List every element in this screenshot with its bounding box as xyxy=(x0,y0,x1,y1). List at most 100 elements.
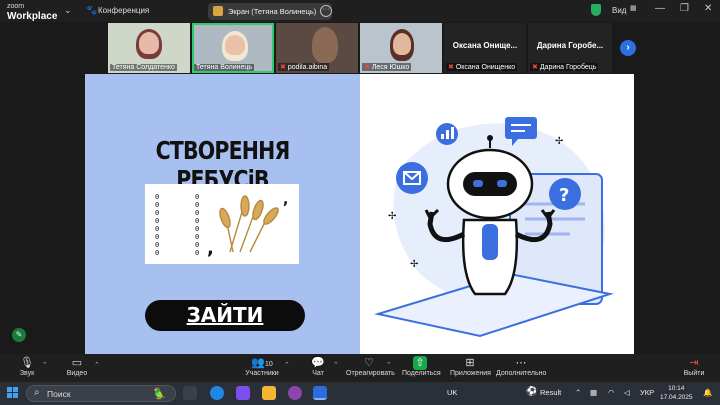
close-icon[interactable]: ✕ xyxy=(704,3,712,14)
restore-icon[interactable]: ❐ xyxy=(680,3,689,14)
zoom-top-bar: zoom Workplace ⌄ 🐾 Конференция Экран (Те… xyxy=(0,0,720,22)
taskbar-clock[interactable]: 10:14 17.04.2025 xyxy=(660,384,693,402)
participants-label: Участники xyxy=(245,370,279,377)
participant-tile[interactable]: ✖ Леся Юшко xyxy=(360,23,442,73)
more-options-icon[interactable]: ··· xyxy=(320,5,332,17)
participant-name: ✖ Оксана Онищенко xyxy=(446,63,518,71)
search-highlight-icon: 🦜 xyxy=(153,388,167,400)
conference-icon: 🐾 xyxy=(86,5,98,15)
participant-name-text: Леся Юшко xyxy=(371,64,410,71)
volume-icon[interactable]: ◁ xyxy=(624,388,630,397)
slide-left-panel: СТВОРЕННЯ РЕБУСіВ 0 0 0 0 0 0 0 0 0 0 0 … xyxy=(85,74,360,354)
next-participants-button[interactable]: › xyxy=(620,40,636,56)
chat-options-chevron-icon[interactable]: ⌃ xyxy=(333,361,339,369)
participants-count: 10 xyxy=(264,361,273,368)
participant-name-text: podila.aibina xyxy=(287,64,328,71)
edge-browser-icon[interactable] xyxy=(210,386,224,400)
participant-name: Тетяна Солдатенко xyxy=(110,64,177,71)
result-icon[interactable]: ⚽ xyxy=(526,386,537,397)
svg-text:,: , xyxy=(207,238,214,259)
chat-icon: 💬 xyxy=(311,357,325,369)
more-icon: ⋯ xyxy=(515,357,527,369)
clock-date: 17.04.2025 xyxy=(660,394,693,401)
shared-screen-slide: СТВОРЕННЯ РЕБУСіВ 0 0 0 0 0 0 0 0 0 0 0 … xyxy=(85,74,634,354)
viber-icon[interactable] xyxy=(288,386,302,400)
participants-icon: 👥10 xyxy=(251,357,273,369)
zoom-taskbar-icon[interactable] xyxy=(313,386,327,400)
participant-tile[interactable]: Тетяна Солдатенко xyxy=(108,23,190,73)
react-options-chevron-icon[interactable]: ⌃ xyxy=(386,361,392,369)
muted-mic-icon: ✖ xyxy=(532,64,540,71)
participant-tile[interactable]: Дарина Горобе... ✖ Дарина Горобець xyxy=(528,23,612,73)
audio-options-chevron-icon[interactable]: ⌃ xyxy=(42,361,48,369)
participant-name: ✖ podila.aibina xyxy=(278,63,330,71)
network-icon[interactable]: ▦ xyxy=(590,388,597,397)
muted-mic-icon: ✖ xyxy=(364,64,372,71)
leave-icon: ⇥ xyxy=(689,357,699,369)
task-view-icon[interactable] xyxy=(183,386,197,400)
participant-name-text: Оксана Онищенко xyxy=(455,64,516,71)
participant-name-text: Дарина Горобець xyxy=(539,64,597,71)
screen-share-label: Экран (Тетяна Волинець) xyxy=(228,7,317,16)
more-label: Дополнительно xyxy=(496,370,547,377)
share-screen-icon: ⇧ xyxy=(413,356,427,370)
file-explorer-icon[interactable] xyxy=(262,386,276,400)
grid-view-icon[interactable]: ▦ xyxy=(630,4,637,12)
minimize-icon[interactable]: — xyxy=(655,3,665,14)
more-button[interactable]: ⋯ Дополнительно xyxy=(496,356,546,377)
annotate-pencil-icon[interactable]: ✎ xyxy=(12,328,26,342)
view-menu-label[interactable]: Вид xyxy=(612,6,626,15)
wifi-icon[interactable]: ◠ xyxy=(608,388,615,397)
chat-button[interactable]: 💬 Чат xyxy=(306,356,330,377)
participant-display-name: Дарина Горобе... xyxy=(536,41,604,50)
muted-mic-icon: ✖ xyxy=(280,64,288,71)
muted-mic-icon: ✖ xyxy=(448,64,456,71)
chevron-down-icon[interactable]: ⌄ xyxy=(64,5,72,16)
go-button[interactable]: ЗАЙТИ xyxy=(145,300,305,331)
share-label: Поделиться xyxy=(402,370,441,377)
result-label[interactable]: Result xyxy=(540,388,561,397)
participants-button[interactable]: 👥10 Участники xyxy=(240,356,284,377)
participant-tile[interactable]: ✖ podila.aibina xyxy=(276,23,358,73)
leave-button[interactable]: ⇥ Выйти xyxy=(682,356,706,377)
notifications-icon[interactable]: 🔔 xyxy=(703,388,712,397)
video-label: Видео xyxy=(66,370,88,377)
search-placeholder: Поиск xyxy=(47,389,71,399)
participants-options-chevron-icon[interactable]: ⌃ xyxy=(284,361,290,369)
conference-label[interactable]: Конференция xyxy=(98,6,149,15)
taskbar-search[interactable]: ⌕ Поиск 🦜 xyxy=(26,385,176,402)
clock-time: 10:14 xyxy=(668,385,685,392)
windows-start-icon[interactable] xyxy=(7,387,19,399)
share-button[interactable]: ⇧ Поделиться xyxy=(402,356,441,377)
zoom-logo: zoom Workplace xyxy=(7,3,57,22)
video-button[interactable]: ▭ Видео xyxy=(60,356,94,377)
audio-button[interactable]: 🎙 Звук xyxy=(12,356,42,377)
tray-chevron-icon[interactable]: ⌃ xyxy=(575,388,581,397)
slide-right-panel: ? ✢ ✢ ✢ xyxy=(360,74,634,354)
search-icon: ⌕ xyxy=(34,387,40,398)
screen-share-icon xyxy=(213,6,223,16)
screen-share-indicator[interactable]: Экран (Тетяна Волинець) xyxy=(208,3,332,20)
participant-face xyxy=(393,33,411,55)
meeting-toolbar: 🎙 Звук ⌃ ▭ Видео ⌃ 👥10 Участники ⌃ 💬 Чат… xyxy=(0,354,720,382)
participant-tile[interactable]: Оксана Онище... ✖ Оксана Онищенко xyxy=(444,23,526,73)
robot-illustration: ? ✢ ✢ ✢ xyxy=(374,117,614,338)
logo-bottom-text: Workplace xyxy=(7,11,58,22)
video-options-chevron-icon[interactable]: ⌃ xyxy=(94,361,100,369)
copilot-icon[interactable] xyxy=(236,386,250,400)
participant-tile-active[interactable]: Тетяна Волинець xyxy=(192,23,274,73)
microphone-icon: 🎙 xyxy=(20,357,34,369)
participant-strip: Тетяна Солдатенко Тетяна Волинець ✖ podi… xyxy=(106,23,614,73)
rebus-image: 0 0 0 0 0 0 0 0 0 0 0 0 0 0 0 0 , , xyxy=(145,184,299,264)
participant-video xyxy=(312,27,338,63)
apps-button[interactable]: ⊞ Приложения xyxy=(450,356,491,377)
participant-name: ✖ Леся Юшко xyxy=(362,63,412,71)
security-shield-icon[interactable] xyxy=(591,4,601,16)
svg-text:?: ? xyxy=(559,185,569,206)
participant-face xyxy=(139,32,159,54)
keyboard-language[interactable]: УКР xyxy=(640,388,654,397)
svg-text:✢: ✢ xyxy=(388,211,396,222)
svg-text:✢: ✢ xyxy=(410,259,418,270)
svg-text:,: , xyxy=(283,192,288,208)
react-label: Отреагировать xyxy=(346,370,395,377)
